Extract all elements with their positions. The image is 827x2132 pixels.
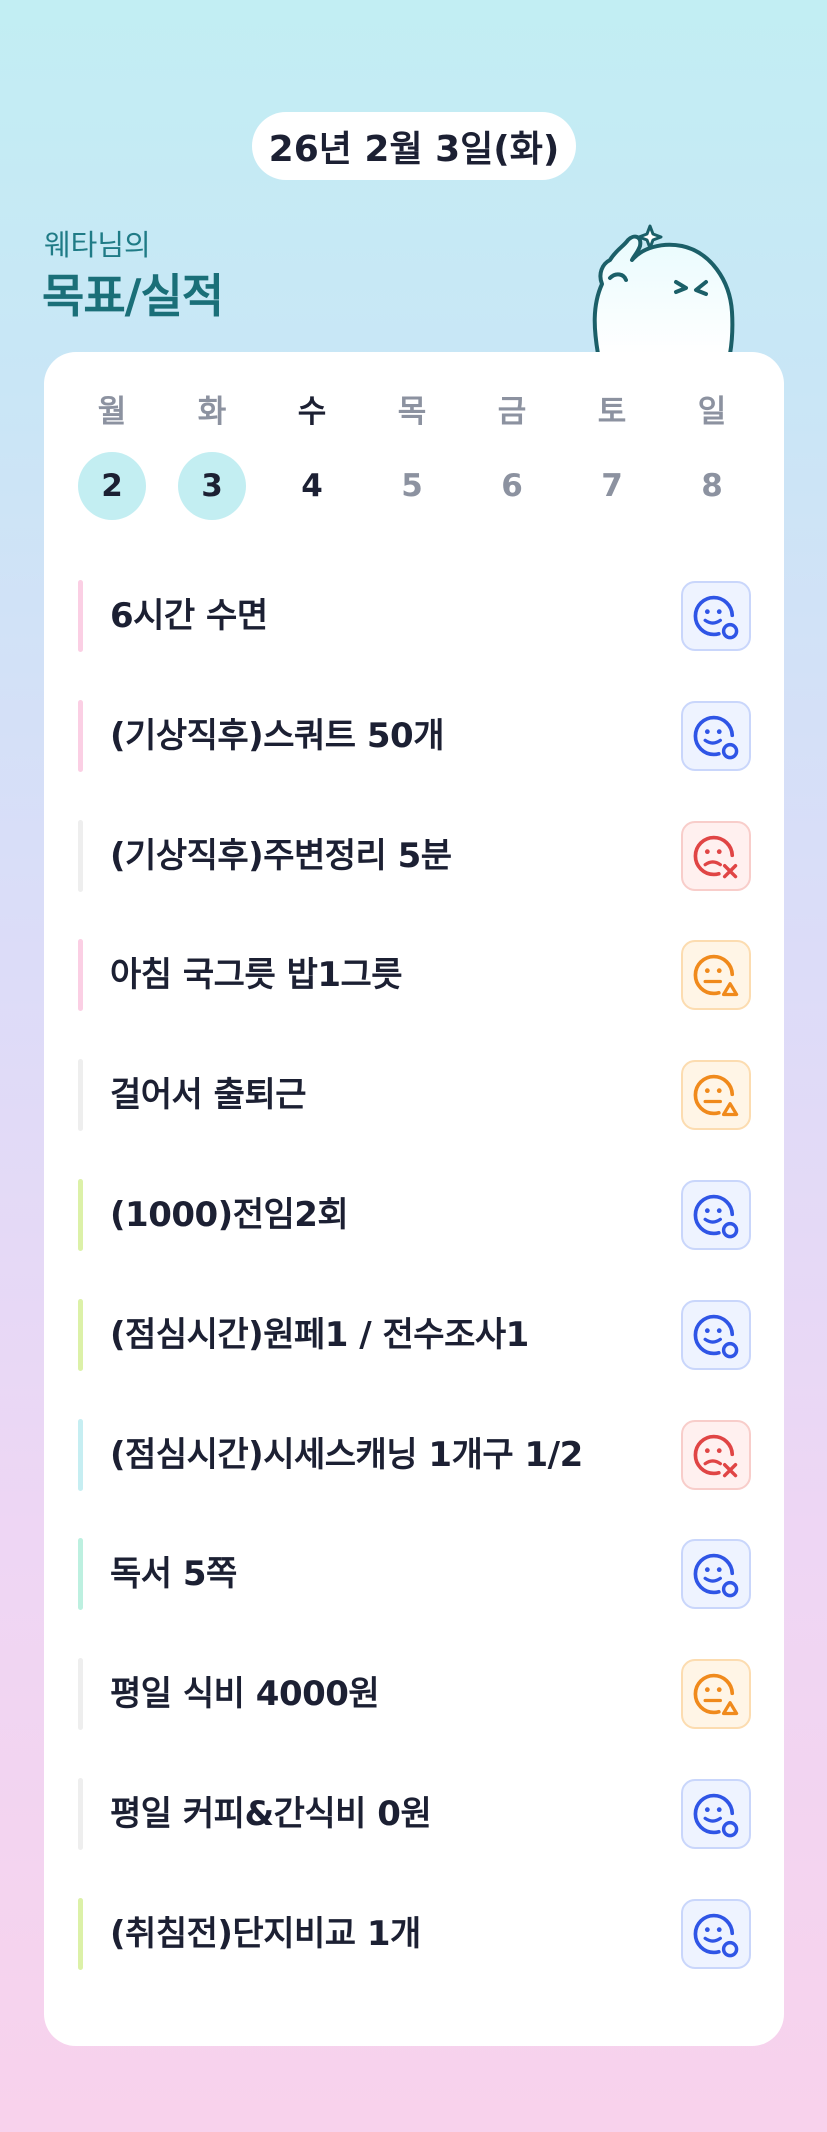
goal-color-bar [78, 1419, 83, 1491]
day-name: 일 [697, 394, 727, 430]
page-title: 목표/실적 [42, 269, 224, 323]
day-name: 목 [397, 394, 427, 430]
sad-x-icon [693, 835, 738, 879]
goal-row[interactable]: (취침전)단지비교 1개 [78, 1894, 751, 1974]
goal-color-bar [78, 820, 83, 892]
day-name: 월 [97, 394, 127, 430]
goal-color-bar [78, 1658, 83, 1730]
smile-circle-icon [693, 1553, 739, 1598]
goal-status-button[interactable] [681, 1659, 751, 1729]
smile-circle-icon [693, 595, 739, 640]
date-pill[interactable]: 26년 2월 3일(화) [252, 112, 576, 180]
goal-color-bar [78, 1778, 83, 1850]
goal-color-bar [78, 1538, 83, 1610]
day-number: 4 [301, 468, 323, 504]
smile-circle-icon [693, 1194, 739, 1239]
goal-status-button[interactable] [681, 1180, 751, 1250]
goal-label: (기상직후)스쿼트 50개 [110, 716, 444, 756]
goal-status-button[interactable] [681, 1420, 751, 1490]
day-number: 3 [178, 452, 246, 520]
goal-status-button[interactable] [681, 701, 751, 771]
goals-card: 월 2 화 3 수 4 목 5 금 6 토 7 일 8 6시간 수면 (기상직후)… [44, 352, 784, 2046]
goal-label: 6시간 수면 [110, 596, 268, 636]
goal-row[interactable]: 6시간 수면 [78, 576, 751, 656]
day-name: 금 [497, 394, 527, 430]
day-wed[interactable]: 수 4 [277, 390, 347, 540]
meh-triangle-icon [693, 1074, 739, 1117]
mascot-illustration [592, 224, 735, 354]
goal-status-button[interactable] [681, 940, 751, 1010]
day-sat[interactable]: 토 7 [577, 390, 647, 540]
meh-triangle-icon [693, 954, 739, 997]
smile-circle-icon [693, 715, 739, 760]
goal-row[interactable]: 아침 국그릇 밥1그릇 [78, 935, 751, 1015]
day-fri[interactable]: 금 6 [477, 390, 547, 540]
day-name: 화 [197, 394, 227, 430]
goal-label: 독서 5쪽 [110, 1554, 237, 1594]
day-number: 5 [401, 468, 423, 504]
goal-color-bar [78, 580, 83, 652]
goal-label: 아침 국그릇 밥1그릇 [110, 955, 403, 995]
day-thu[interactable]: 목 5 [377, 390, 447, 540]
smile-circle-icon [693, 1314, 739, 1359]
day-name: 토 [597, 394, 627, 430]
goal-status-button[interactable] [681, 1300, 751, 1370]
goal-row[interactable]: (점심시간)시세스캐닝 1개구 1/2 [78, 1415, 751, 1495]
user-subtitle: 웨타님의 [44, 228, 151, 262]
day-number: 2 [78, 452, 146, 520]
goal-label: 평일 커피&간식비 0원 [110, 1794, 432, 1834]
goal-row[interactable]: (점심시간)원페1 / 전수조사1 [78, 1295, 751, 1375]
goal-color-bar [78, 939, 83, 1011]
goal-label: 평일 식비 4000원 [110, 1674, 380, 1714]
goal-color-bar [78, 1299, 83, 1371]
goal-color-bar [78, 1179, 83, 1251]
goal-label: 걸어서 출퇴근 [110, 1075, 307, 1115]
sad-x-icon [693, 1434, 738, 1478]
goal-row[interactable]: 평일 식비 4000원 [78, 1654, 751, 1734]
goal-label: (취침전)단지비교 1개 [110, 1914, 421, 1954]
goal-status-button[interactable] [681, 581, 751, 651]
goal-color-bar [78, 1898, 83, 1970]
goal-color-bar [78, 1059, 83, 1131]
goal-status-button[interactable] [681, 1899, 751, 1969]
goal-label: (점심시간)시세스캐닝 1개구 1/2 [110, 1435, 583, 1475]
date-label: 26년 2월 3일(화) [268, 129, 560, 170]
goal-status-button[interactable] [681, 821, 751, 891]
goal-status-button[interactable] [681, 1060, 751, 1130]
day-number: 8 [701, 468, 723, 504]
day-tue[interactable]: 화 3 [177, 390, 247, 540]
goal-status-button[interactable] [681, 1539, 751, 1609]
smile-circle-icon [693, 1913, 739, 1958]
goal-row[interactable]: 평일 커피&간식비 0원 [78, 1774, 751, 1854]
goal-row[interactable]: (기상직후)주변정리 5분 [78, 816, 751, 896]
goal-color-bar [78, 700, 83, 772]
goal-row[interactable]: (기상직후)스쿼트 50개 [78, 696, 751, 776]
goal-label: (기상직후)주변정리 5분 [110, 836, 452, 876]
day-name: 수 [297, 394, 327, 430]
goal-label: (점심시간)원페1 / 전수조사1 [110, 1315, 529, 1355]
meh-triangle-icon [693, 1673, 739, 1716]
smile-circle-icon [693, 1793, 739, 1838]
week-calendar: 월 2 화 3 수 4 목 5 금 6 토 7 일 8 [44, 352, 784, 552]
goal-row[interactable]: (1000)전임2회 [78, 1175, 751, 1255]
goal-row[interactable]: 걸어서 출퇴근 [78, 1055, 751, 1135]
day-number: 7 [601, 468, 623, 504]
goal-row[interactable]: 독서 5쪽 [78, 1534, 751, 1614]
day-mon[interactable]: 월 2 [77, 390, 147, 540]
day-number: 6 [501, 468, 523, 504]
goal-status-button[interactable] [681, 1779, 751, 1849]
day-sun[interactable]: 일 8 [677, 390, 747, 540]
goal-label: (1000)전임2회 [110, 1195, 349, 1235]
